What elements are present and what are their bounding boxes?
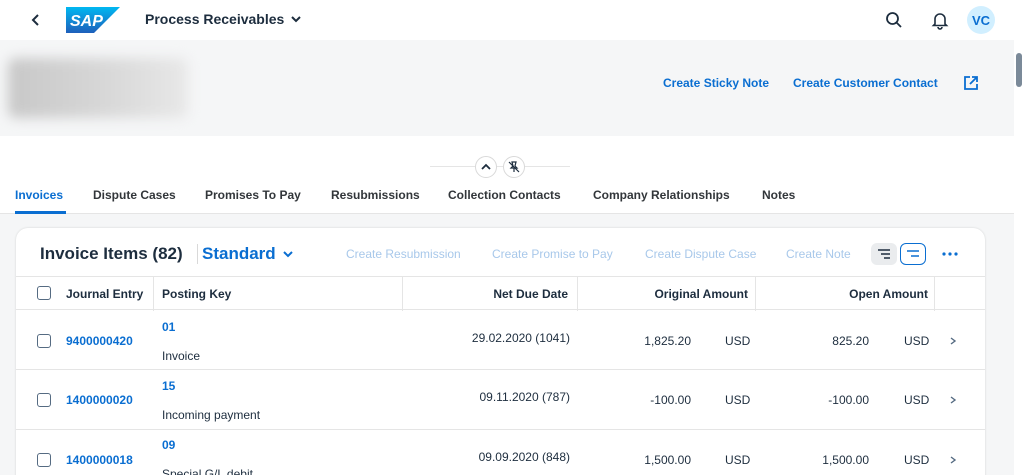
chevron-right-icon[interactable] [948,455,958,465]
share-icon[interactable] [962,74,980,92]
open-currency: USD [904,334,930,348]
column-separator [402,277,403,311]
invoice-items-card: Invoice Items (82) Standard Create Resub… [16,228,985,475]
active-tab-indicator [15,211,66,214]
collapse-rows-button[interactable] [900,243,926,265]
divider [430,166,570,167]
back-icon[interactable] [26,8,46,32]
table-row[interactable]: 9400000420 01 Invoice 29.02.2020 (1041) … [16,310,985,370]
posting-key-link[interactable]: 01 [162,320,175,334]
pin-header-button[interactable] [503,156,525,178]
section-tabs: Invoices Dispute Cases Promises To Pay R… [0,178,1014,214]
chevron-up-icon [481,163,491,170]
page-scrollbar-track[interactable] [1014,40,1024,475]
posting-key-description: Special G/L debit [162,467,253,475]
column-separator [755,277,756,311]
chevron-down-icon [282,251,293,258]
row-checkbox[interactable] [37,393,51,407]
more-options-button[interactable] [938,244,962,264]
create-dispute-case-button[interactable]: Create Dispute Case [645,247,756,261]
chevron-right-icon[interactable] [948,336,958,346]
posting-key-link[interactable]: 15 [162,379,175,393]
table-title: Invoice Items (82) [40,244,183,263]
variant-selector[interactable]: Standard [197,244,294,264]
table-row[interactable]: 1400000018 09 Special G/L debit 09.09.20… [16,430,985,475]
column-open-amount[interactable]: Open Amount [849,287,928,301]
journal-entry-link[interactable]: 1400000018 [66,453,133,467]
create-note-button[interactable]: Create Note [786,247,851,261]
posting-key-description: Invoice [162,349,201,363]
posting-key-link[interactable]: 09 [162,438,175,452]
tab-invoices[interactable]: Invoices [15,188,63,202]
original-currency: USD [725,393,751,407]
tab-notes[interactable]: Notes [762,188,795,202]
list-indent-icon [878,249,890,259]
column-original-amount[interactable]: Original Amount [654,287,748,301]
open-amount: 1,500.00 [822,453,869,467]
table-header: Journal Entry Posting Key Net Due Date O… [16,276,985,311]
row-checkbox[interactable] [37,334,51,348]
chevron-right-icon[interactable] [948,395,958,405]
header-collapse-bar [0,136,1014,178]
shell-bar: SAP Process Receivables VC [0,0,1024,40]
unpin-icon [508,161,520,173]
user-avatar[interactable]: VC [967,6,995,34]
original-currency: USD [725,334,751,348]
column-posting-key[interactable]: Posting Key [162,287,231,301]
net-due-date: 09.11.2020 (787) [479,390,570,404]
column-separator [934,277,935,311]
svg-text:SAP: SAP [70,13,103,30]
search-icon[interactable] [884,10,904,30]
tab-collection-contacts[interactable]: Collection Contacts [448,188,561,202]
table-row[interactable]: 1400000020 15 Incoming payment 09.11.202… [16,370,985,430]
open-currency: USD [904,453,930,467]
tab-promises-to-pay[interactable]: Promises To Pay [205,188,301,202]
app-title: Process Receivables [145,11,285,27]
variant-name: Standard [202,244,276,263]
list-outdent-icon [907,250,919,257]
net-due-date: 09.09.2020 (848) [478,450,570,464]
open-currency: USD [904,393,930,407]
row-checkbox[interactable] [37,453,51,467]
object-header: Create Sticky Note Create Customer Conta… [0,40,1014,136]
journal-entry-link[interactable]: 9400000420 [66,334,133,348]
posting-key-description: Incoming payment [162,408,261,422]
page-scrollbar-thumb[interactable] [1016,53,1022,87]
collapse-header-button[interactable] [475,156,497,178]
create-customer-contact-button[interactable]: Create Customer Contact [793,76,938,90]
original-currency: USD [725,453,751,467]
net-due-date: 29.02.2020 (1041) [471,331,570,345]
bell-icon[interactable] [930,10,950,30]
open-amount: -100.00 [828,393,869,407]
tab-company-relationships[interactable]: Company Relationships [593,188,730,202]
column-separator [153,277,154,311]
column-net-due-date[interactable]: Net Due Date [493,287,568,301]
create-sticky-note-button[interactable]: Create Sticky Note [663,76,769,90]
journal-entry-link[interactable]: 1400000020 [66,393,133,407]
tab-resubmissions[interactable]: Resubmissions [331,188,420,202]
blurred-customer-info [8,58,188,118]
open-amount: 825.20 [832,334,869,348]
original-amount: 1,825.20 [644,334,691,348]
original-amount: -100.00 [650,393,691,407]
chevron-down-icon [291,16,302,23]
overflow-icon [942,252,958,256]
expand-rows-button[interactable] [871,243,897,265]
original-amount: 1,500.00 [644,453,691,467]
tab-dispute-cases[interactable]: Dispute Cases [93,188,176,202]
column-journal-entry[interactable]: Journal Entry [66,287,143,301]
column-separator [577,277,578,311]
create-promise-to-pay-button[interactable]: Create Promise to Pay [492,247,613,261]
sap-logo[interactable]: SAP [66,7,120,33]
create-resubmission-button[interactable]: Create Resubmission [346,247,461,261]
select-all-checkbox[interactable] [37,286,51,300]
app-title-menu[interactable]: Process Receivables [145,11,302,27]
